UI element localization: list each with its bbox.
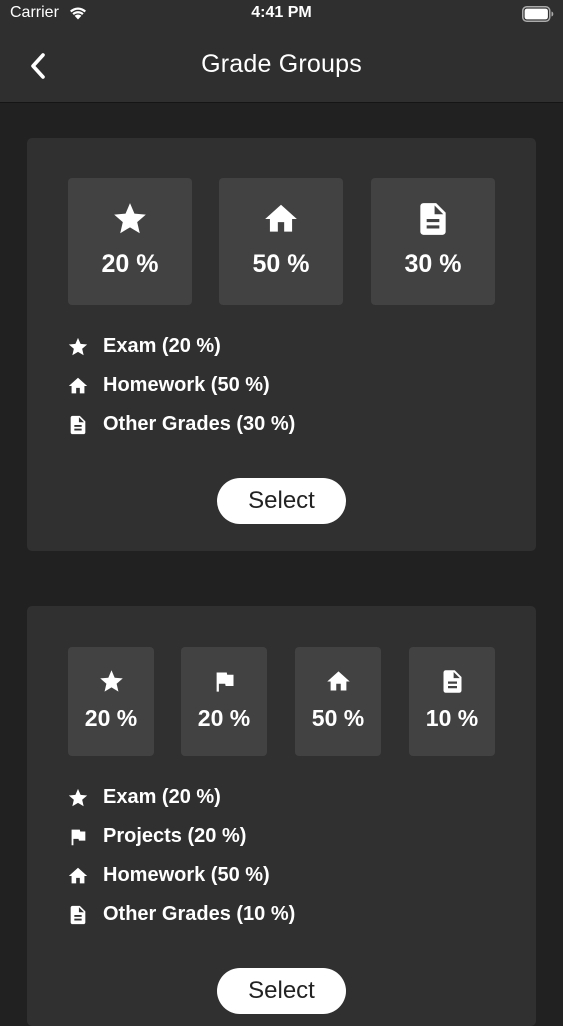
document-icon xyxy=(420,203,446,235)
tile-percent: 50 % xyxy=(311,705,365,731)
star-icon xyxy=(114,203,146,234)
legend: Exam (20 %) Projects (20 %) Homework (50… xyxy=(67,778,295,934)
document-icon xyxy=(443,670,461,693)
tile-percent: 50 % xyxy=(252,250,310,278)
page-title: Grade Groups xyxy=(201,50,362,78)
tile-percent: 20 % xyxy=(197,705,251,731)
home-icon xyxy=(326,671,350,691)
select-button[interactable]: Select xyxy=(217,968,346,1014)
grade-group-card: 20 % 50 % 30 % Exam (20 %) Homework (50 … xyxy=(27,138,536,551)
select-button[interactable]: Select xyxy=(217,478,346,524)
tile-percent: 20 % xyxy=(84,705,138,731)
home-icon xyxy=(265,204,297,232)
navigation-bar: Grade Groups xyxy=(0,30,563,102)
star-icon xyxy=(99,670,123,692)
legend-label: Homework (50 %) xyxy=(103,864,270,886)
home-icon xyxy=(68,377,88,393)
legend-item: Homework (50 %) xyxy=(67,856,295,895)
legend-label: Other Grades (10 %) xyxy=(103,903,296,925)
legend-label: Exam (20 %) xyxy=(103,335,221,357)
tile-exam: 20 % xyxy=(68,178,192,305)
document-icon xyxy=(70,905,86,924)
tile-homework: 50 % xyxy=(295,647,381,756)
battery-icon xyxy=(522,6,554,22)
legend-item: Exam (20 %) xyxy=(67,778,295,817)
legend-label: Exam (20 %) xyxy=(103,786,221,808)
star-icon xyxy=(68,337,88,355)
legend-label: Other Grades (30 %) xyxy=(103,413,296,435)
tile-projects: 20 % xyxy=(181,647,267,756)
legend-label: Homework (50 %) xyxy=(103,374,270,396)
legend-item: Other Grades (30 %) xyxy=(67,405,295,444)
status-bar: Carrier 4:41 PM xyxy=(0,0,563,30)
tile-other: 30 % xyxy=(371,178,495,305)
legend-label: Projects (20 %) xyxy=(103,825,247,847)
tile-percent: 10 % xyxy=(425,705,479,731)
document-icon xyxy=(70,415,86,434)
tile-exam: 20 % xyxy=(68,647,154,756)
clock: 4:41 PM xyxy=(251,4,312,21)
grade-group-card: 20 % 20 % 50 % 10 % Exam (20 %) Projects… xyxy=(27,606,536,1026)
tile-percent: 30 % xyxy=(404,250,462,278)
legend: Exam (20 %) Homework (50 %) Other Grades… xyxy=(67,327,295,444)
home-icon xyxy=(68,867,88,883)
legend-item: Projects (20 %) xyxy=(67,817,295,856)
flag-icon xyxy=(71,829,86,845)
legend-item: Homework (50 %) xyxy=(67,366,295,405)
tile-other: 10 % xyxy=(409,647,495,756)
legend-item: Exam (20 %) xyxy=(67,327,295,366)
tile-percent: 20 % xyxy=(101,250,159,278)
tile-homework: 50 % xyxy=(219,178,343,305)
star-icon xyxy=(68,788,88,806)
flag-icon xyxy=(216,672,233,692)
legend-item: Other Grades (10 %) xyxy=(67,895,295,934)
